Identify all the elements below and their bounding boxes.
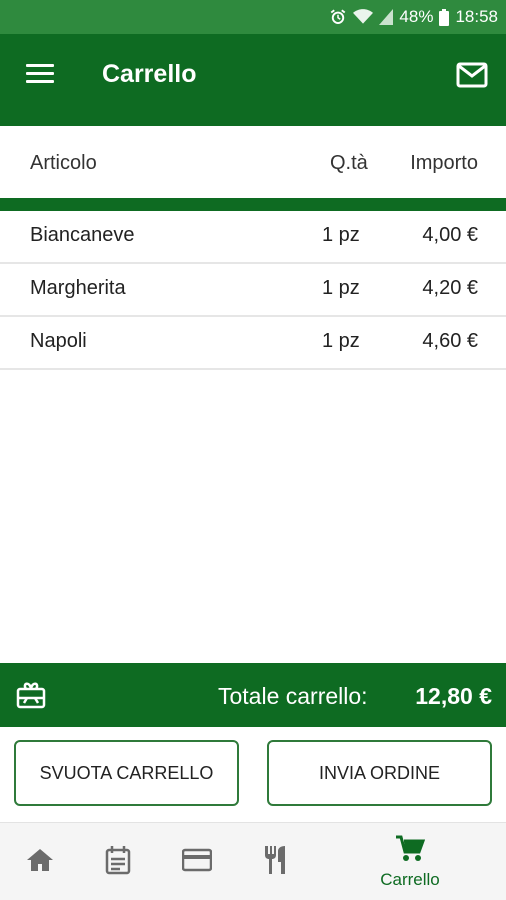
signal-icon (379, 9, 394, 25)
cart-total-bar: Totale carrello: 12,80 € (0, 663, 506, 727)
home-icon (26, 847, 54, 878)
nav-card[interactable] (167, 823, 227, 900)
item-price: 4,00 € (422, 224, 478, 246)
mail-icon[interactable] (456, 62, 488, 88)
page-title: Carrello (102, 60, 197, 88)
status-bar: 48% 18:58 (0, 0, 506, 34)
battery-percent: 48% (399, 7, 434, 26)
gift-card-icon (16, 681, 46, 709)
battery-icon (439, 8, 450, 26)
wifi-icon (353, 9, 374, 25)
item-price: 4,20 € (422, 277, 478, 299)
calendar-icon (105, 845, 131, 880)
app-bar: Carrello (0, 34, 506, 126)
table-row[interactable]: Napoli 1 pz 4,60 € (0, 317, 506, 370)
empty-cart-button[interactable]: SVUOTA CARRELLO (14, 740, 239, 806)
header-article: Articolo (30, 152, 97, 174)
alarm-icon (329, 8, 347, 26)
item-qty: 1 pz (322, 224, 360, 246)
nav-home[interactable] (10, 823, 70, 900)
header-amount: Importo (410, 152, 478, 174)
header-divider (0, 198, 506, 211)
item-price: 4,60 € (422, 330, 478, 352)
item-qty: 1 pz (322, 277, 360, 299)
total-label: Totale carrello: (218, 683, 368, 709)
table-row[interactable]: Biancaneve 1 pz 4,00 € (0, 211, 506, 264)
cart-items: Biancaneve 1 pz 4,00 € Margherita 1 pz 4… (0, 211, 506, 370)
status-time: 18:58 (455, 7, 498, 26)
nav-restaurant[interactable] (246, 823, 306, 900)
item-name: Biancaneve (30, 224, 135, 246)
table-header: Articolo Q.tà Importo (0, 126, 506, 198)
bottom-nav: Carrello (0, 822, 506, 900)
nav-cart[interactable]: Carrello (370, 823, 450, 900)
cart-icon (395, 835, 426, 868)
item-qty: 1 pz (322, 330, 360, 352)
item-name: Napoli (30, 330, 87, 352)
nav-calendar[interactable] (88, 823, 148, 900)
total-value: 12,80 € (415, 683, 492, 709)
item-name: Margherita (30, 277, 126, 299)
menu-icon[interactable] (26, 64, 54, 86)
nav-cart-label: Carrello (380, 869, 440, 889)
restaurant-icon (262, 845, 290, 880)
credit-card-icon (181, 848, 213, 877)
send-order-button[interactable]: INVIA ORDINE (267, 740, 492, 806)
table-row[interactable]: Margherita 1 pz 4,20 € (0, 264, 506, 317)
header-qty: Q.tà (330, 152, 368, 174)
